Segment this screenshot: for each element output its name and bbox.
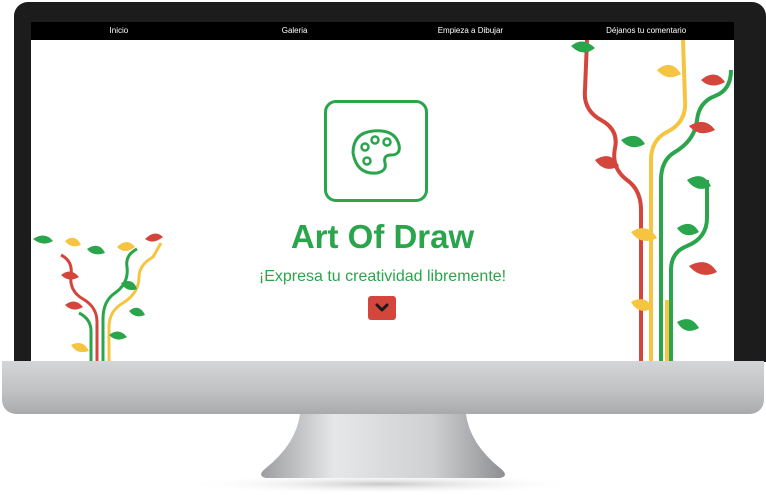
monitor-stand bbox=[183, 414, 583, 494]
nav-link-comentario[interactable]: Déjanos tu comentario bbox=[558, 22, 734, 40]
hero-title: Art Of Draw bbox=[290, 218, 475, 255]
hero-tagline: ¡Expresa tu creatividad libremente! bbox=[258, 268, 507, 285]
monitor-mockup: Inicio Galeria Empieza a Dibujar Déjanos… bbox=[0, 0, 766, 495]
scroll-down-button[interactable] bbox=[368, 296, 396, 320]
nav-link-galeria[interactable]: Galeria bbox=[207, 22, 383, 40]
monitor-chin bbox=[2, 361, 764, 414]
top-navbar: Inicio Galeria Empieza a Dibujar Déjanos… bbox=[31, 22, 734, 40]
right-vine-decoration bbox=[571, 40, 733, 361]
website-screen: Inicio Galeria Empieza a Dibujar Déjanos… bbox=[31, 22, 734, 361]
nav-link-empieza-a-dibujar[interactable]: Empieza a Dibujar bbox=[383, 22, 559, 40]
logo-box bbox=[324, 100, 428, 202]
nav-link-inicio[interactable]: Inicio bbox=[31, 22, 207, 40]
chevron-down-icon bbox=[375, 303, 389, 312]
palette-icon bbox=[351, 129, 401, 175]
